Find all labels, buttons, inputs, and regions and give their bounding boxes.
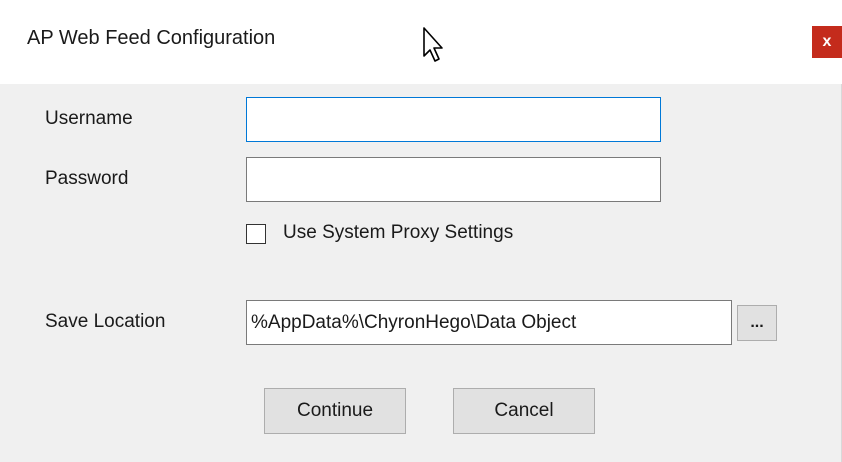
save-location-input[interactable]: [246, 300, 732, 345]
cancel-button[interactable]: Cancel: [453, 388, 595, 434]
mouse-cursor-icon: [423, 27, 443, 62]
proxy-checkbox-label[interactable]: Use System Proxy Settings: [283, 222, 513, 244]
save-location-label: Save Location: [45, 311, 166, 332]
username-label: Username: [45, 108, 133, 129]
continue-button[interactable]: Continue: [264, 388, 406, 434]
config-dialog: AP Web Feed Configuration x Username Pas…: [0, 0, 842, 462]
browse-button[interactable]: ...: [737, 305, 777, 341]
username-input[interactable]: [246, 97, 661, 142]
window-title: AP Web Feed Configuration: [27, 27, 276, 49]
title-bar: AP Web Feed Configuration x: [0, 0, 842, 84]
proxy-checkbox[interactable]: [246, 224, 266, 244]
close-button[interactable]: x: [812, 26, 842, 58]
password-input[interactable]: [246, 157, 661, 202]
password-label: Password: [45, 168, 129, 189]
